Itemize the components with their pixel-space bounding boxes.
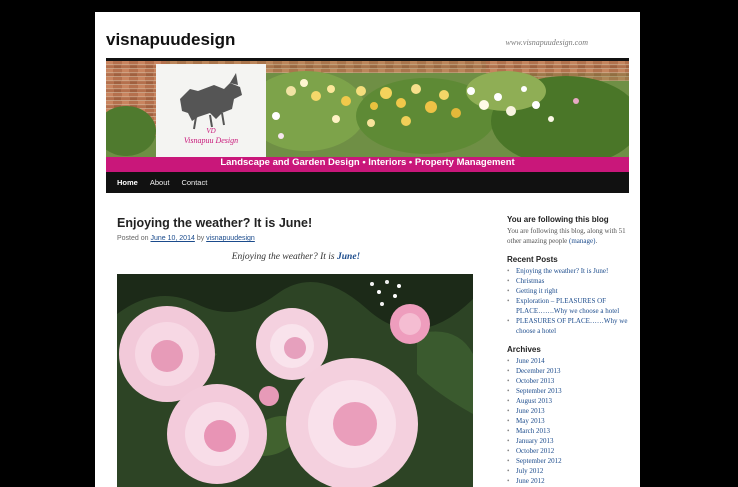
banner-tagline: Landscape and Garden Design • Interiors … [220,157,515,168]
post-author-link[interactable]: visnapuudesign [206,235,255,242]
archive-link[interactable]: June 2012 [507,476,632,486]
site-description: www.visnapuudesign.com [505,38,588,47]
logo-box: VD Visnapuu Design [156,64,266,158]
site-title[interactable]: visnapuudesign [106,30,235,50]
nav-item-home[interactable]: Home [111,172,144,193]
post-meta-by: by [196,235,205,242]
archive-link[interactable]: May 2013 [507,416,632,426]
peony-photo[interactable] [117,274,473,487]
recent-posts-title: Recent Posts [507,255,558,264]
nav-item-about[interactable]: About [144,172,176,193]
archive-link[interactable]: December 2013 [507,366,632,376]
follow-widget: You are following this blog You are foll… [507,215,632,246]
recent-post-link[interactable]: Enjoying the weather? It is June! [507,266,632,276]
post-date-link[interactable]: June 10, 2014 [150,235,194,242]
manage-link[interactable]: (manage) [569,237,595,245]
post-meta: Posted on June 10, 2014 by visnapuudesig… [117,235,475,242]
post-intro-text: Enjoying the weather? It is [231,252,335,262]
archives-title: Archives [507,345,541,354]
archive-link[interactable]: January 2013 [507,436,632,446]
archive-link[interactable]: October 2012 [507,446,632,456]
recent-post-link[interactable]: Exploration – PLEASURES OF PLACE…….Why w… [507,296,632,316]
sidebar: You are following this blog You are foll… [507,215,632,487]
post-content: Enjoying the weather? It is June! Posted… [117,216,475,487]
archive-link[interactable]: July 2012 [507,466,632,476]
logo-text: Visnapuu Design [184,136,238,145]
recent-post-link[interactable]: Christmas [507,276,632,286]
post-title[interactable]: Enjoying the weather? It is June! [117,216,475,230]
recent-posts-widget: Recent Posts Enjoying the weather? It is… [507,255,632,336]
archive-link[interactable]: June 2013 [507,406,632,416]
archive-link[interactable]: August 2013 [507,396,632,406]
follow-widget-title: You are following this blog [507,215,609,224]
archives-widget: Archives June 2014 December 2013 October… [507,345,632,486]
archive-link[interactable]: March 2013 [507,426,632,436]
post-meta-prefix: Posted on [117,235,149,242]
post-intro-link[interactable]: June! [337,252,360,262]
archive-link[interactable]: September 2012 [507,456,632,466]
main-nav: Home About Contact [106,172,629,193]
follow-widget-text: You are following this blog, along with … [507,226,632,246]
archive-link[interactable]: June 2014 [507,356,632,366]
page: visnapuudesign www.visnapuudesign.com VD… [95,12,640,487]
archive-link[interactable]: September 2013 [507,386,632,396]
follow-text-end: . [595,237,598,245]
recent-post-link[interactable]: PLEASURES OF PLACE……Why we choose a hote… [507,316,632,336]
archive-link[interactable]: October 2013 [507,376,632,386]
post-intro: Enjoying the weather? It is June! [117,252,475,262]
follow-text: You are following this blog, along with … [507,227,626,245]
logo-monogram: VD [206,127,215,135]
nav-item-contact[interactable]: Contact [175,172,213,193]
header-banner[interactable]: VD Visnapuu Design Landscape and Garden … [106,61,629,172]
recent-post-link[interactable]: Getting it right [507,286,632,296]
